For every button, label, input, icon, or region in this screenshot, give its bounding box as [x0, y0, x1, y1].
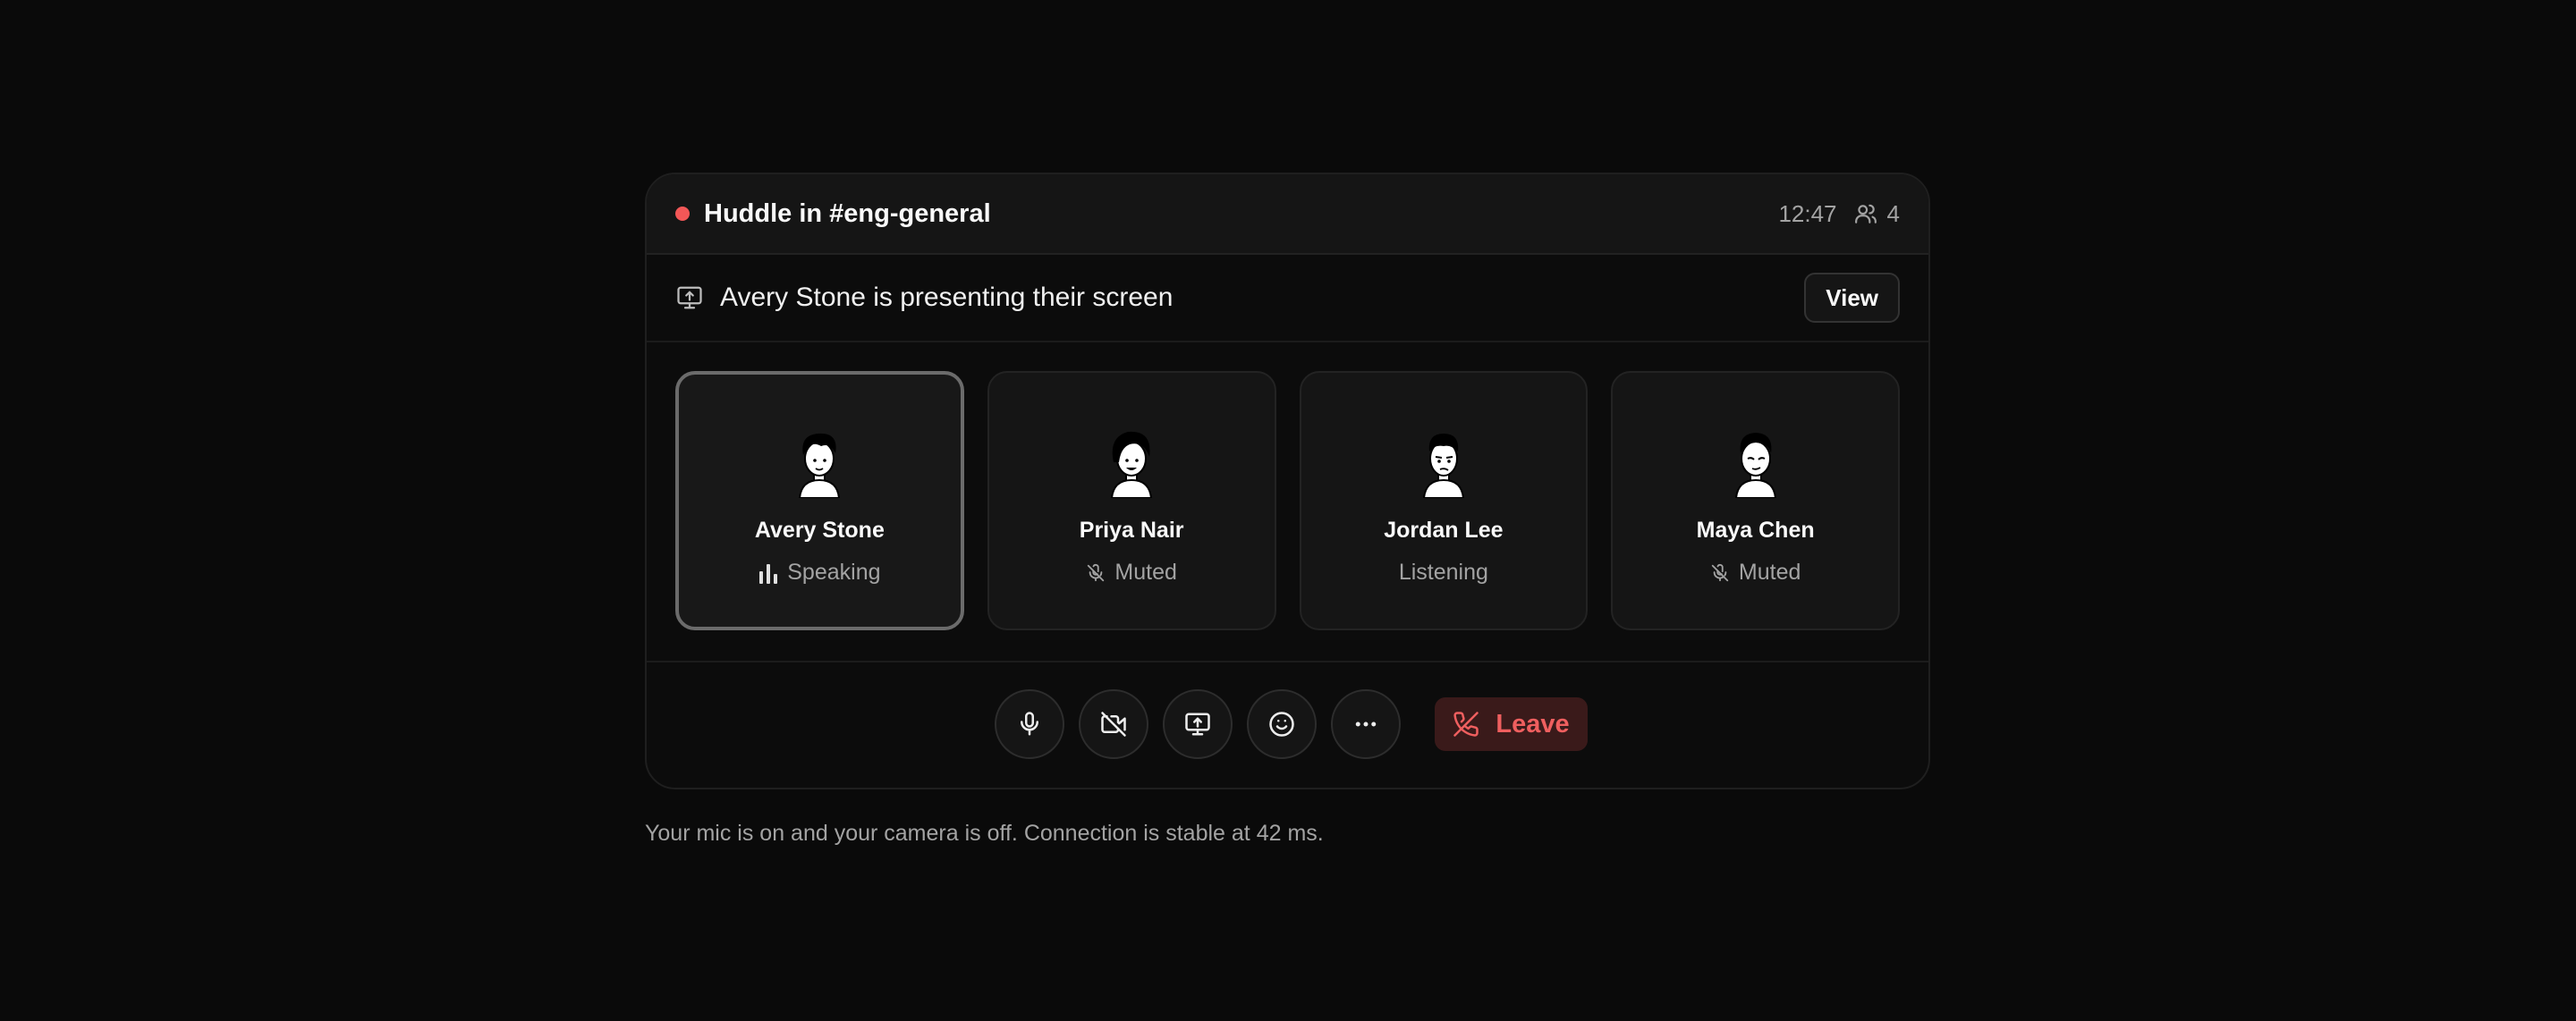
presentation-text: Avery Stone is presenting their screen — [720, 283, 1174, 312]
participant-status-label: Muted — [1114, 560, 1177, 585]
reaction-button[interactable] — [1247, 689, 1318, 759]
mic-toggle-button[interactable] — [995, 689, 1065, 759]
participant-name: Maya Chen — [1696, 518, 1815, 543]
huddle-panel: Huddle in #eng-general 12:47 4 Avery Sto… — [645, 173, 1930, 789]
call-timer: 12:47 — [1778, 199, 1837, 227]
avatar — [1734, 433, 1776, 498]
mic-icon — [1021, 712, 1039, 736]
participant-grid: Avery Stone Speaking Priya Nair Muted Jo… — [647, 342, 1928, 662]
call-controls: Leave — [647, 662, 1928, 786]
participant-status: Muted — [1710, 560, 1801, 586]
participant-name: Priya Nair — [1079, 518, 1184, 543]
mic-off-icon — [1711, 563, 1729, 581]
huddle-header: Huddle in #eng-general 12:47 4 — [647, 174, 1928, 255]
avatar — [1422, 434, 1464, 498]
participant-status: Listening — [1399, 560, 1488, 586]
participant-tile[interactable]: Maya Chen Muted — [1611, 371, 1901, 630]
avatar — [1111, 431, 1153, 498]
leave-label: Leave — [1496, 709, 1570, 738]
participant-tile[interactable]: Avery Stone Speaking — [675, 371, 964, 630]
camera-toggle-button[interactable] — [1079, 689, 1149, 759]
participant-tile[interactable]: Priya Nair Muted — [987, 371, 1276, 630]
view-screen-button[interactable]: View — [1804, 273, 1900, 323]
leave-button[interactable]: Leave — [1435, 697, 1588, 751]
mic-off-icon — [1088, 563, 1105, 581]
screen-share-icon — [677, 286, 702, 309]
presentation-banner: Avery Stone is presenting their screen V… — [647, 255, 1928, 342]
huddle-title: Huddle in #eng-general — [704, 198, 991, 228]
participant-count[interactable]: 4 — [1853, 200, 1900, 228]
emoji-icon — [1269, 712, 1295, 737]
live-indicator — [675, 207, 690, 221]
header-meta: 12:47 4 — [1778, 200, 1900, 228]
participant-status-label: Listening — [1398, 560, 1488, 585]
participant-count-value: 4 — [1886, 199, 1900, 227]
participant-name: Jordan Lee — [1384, 518, 1504, 543]
more-options-button[interactable] — [1331, 689, 1402, 759]
participant-name: Avery Stone — [754, 518, 885, 543]
phone-off-icon — [1453, 712, 1479, 737]
more-icon — [1356, 721, 1377, 727]
participant-tile[interactable]: Jordan Lee Listening — [1299, 371, 1589, 630]
status-note: Your mic is on and your camera is off. C… — [645, 821, 1324, 846]
participant-status: Speaking — [758, 560, 881, 586]
participant-status-label: Speaking — [787, 560, 881, 585]
avatar — [799, 433, 841, 498]
participant-status-label: Muted — [1738, 560, 1801, 585]
camera-off-icon — [1101, 712, 1127, 737]
people-icon — [1854, 204, 1877, 224]
screen-share-icon — [1185, 713, 1211, 736]
participant-status: Muted — [1086, 560, 1177, 586]
audio-bars-icon — [759, 563, 778, 584]
share-screen-button[interactable] — [1163, 689, 1233, 759]
